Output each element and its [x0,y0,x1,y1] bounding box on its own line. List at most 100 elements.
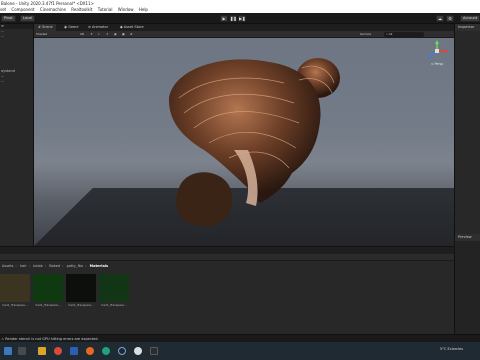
gizmo-label: < Persp [431,62,443,66]
hair-model [168,58,340,227]
steam-icon[interactable] [118,347,126,355]
weather-widget[interactable]: 5°C Eclarcies [440,347,463,351]
camera-toggle[interactable]: ▣ [122,32,125,37]
cloud-icon: ☁ [438,16,442,21]
main-toolbar: Pivot Local ▶ ❚❚ ▶❚ ☁ ⚙ Account [0,13,480,24]
hidden-toggle[interactable]: ◉ [114,32,117,37]
lighting-toggle[interactable]: ☀ [90,32,93,37]
grid-toggle[interactable]: # [130,32,133,37]
menu-item-cinemachine[interactable]: Cinemachine [40,7,66,12]
breadcrumb-item[interactable]: Materials [90,264,108,268]
asset-store-icon: ◆ [120,25,123,29]
game-icon: ◉ [64,25,68,29]
local-label: Local [23,16,33,20]
menu-item-component[interactable]: Component [11,7,34,12]
scene-toolbar: Shaded 2D ☀ ♪ ✦ ◉ ▣ # Gizmos ⌕ All [34,31,454,38]
project-search-bar[interactable] [0,254,454,261]
audio-toggle[interactable]: ♪ [98,32,100,37]
pause-icon: ❚❚ [230,16,237,21]
material-thumbnail [33,274,63,302]
asset-label: hair1_Transpare... [35,303,61,307]
unity-icon[interactable] [134,347,142,355]
collab-icon: ⚙ [448,16,452,21]
orientation-gizmo[interactable]: < Persp [426,40,448,66]
breadcrumb-item[interactable]: Assets [2,264,13,268]
pivot-toggle[interactable]: Pivot [1,15,16,22]
material-thumbnail [99,274,129,302]
menu-item-realtoolkit[interactable]: Realtoolkit [71,7,92,12]
chrome-icon[interactable] [54,347,62,355]
scene-icon: # [38,25,41,29]
asset-tile[interactable]: hair1_Transpare... [99,274,129,307]
breadcrumb-item[interactable]: balok [33,264,43,268]
tab-animator[interactable]: ≡Animator [84,24,111,31]
vscode-icon[interactable] [150,347,158,355]
animator-icon: ≡ [88,25,91,29]
breadcrumb-item[interactable]: Baked [49,264,60,268]
asset-tile[interactable]: hair1_Transpare... [0,274,30,307]
asset-label: hair1_Transpare... [2,303,28,307]
search-placeholder: All [388,32,393,36]
menu-item-tutorial[interactable]: Tutorial [98,7,113,12]
inspector-tab-label: Inspector [458,25,475,29]
light-icon: ☀ [90,32,93,36]
scene-search-input[interactable]: ⌕ All [384,32,424,37]
status-bar: ⚠ Render stencil is not GPU hitting erro… [0,334,480,342]
hierarchy-item[interactable]: ... [0,79,33,84]
preview-tab-label: Preview [458,235,472,239]
account-label: Account [463,16,478,20]
asset-label: hair1_Transpare... [68,303,94,307]
hair-lower-clump [176,172,233,227]
play-button[interactable]: ▶ [220,15,228,22]
hierarchy-menu-icon[interactable]: ≡ [1,24,4,28]
center-tab-bar: #Scene ◉Game ≡Animator ◆Asset Store [34,24,454,31]
breadcrumb-item[interactable]: hair [20,264,27,268]
2d-toggle[interactable]: 2D [80,32,84,37]
scene-viewport[interactable]: < Persp [34,38,454,246]
pause-button[interactable]: ❚❚ [229,15,237,22]
breadcrumb: Assets › hair › balok › Baked › potty_fbx › M… [2,264,109,268]
menu-item-window[interactable]: Window [118,7,134,12]
folder-icon[interactable] [38,347,46,355]
tab-scene-label: Scene [41,25,53,29]
menu-item-help[interactable]: Help [139,7,148,12]
status-message: Render stencil is not GPU hitting errors… [5,337,99,341]
hierarchy-item[interactable]: ... [0,34,33,39]
menu-item-set[interactable]: set [0,7,6,12]
shading-mode-dropdown[interactable]: Shaded [36,32,47,37]
word-icon[interactable] [70,347,78,355]
gizmos-dropdown[interactable]: Gizmos [360,32,371,37]
inspector-tab[interactable]: Inspector [455,24,480,31]
effects-toggle[interactable]: ✦ [106,32,109,37]
preview-tab[interactable]: Preview [455,234,480,241]
firefox-icon[interactable] [86,347,94,355]
pivot-label: Pivot [4,16,13,20]
step-button[interactable]: ▶❚ [238,15,246,22]
eye-icon: ◉ [114,32,117,36]
camera-icon: ▣ [122,32,125,36]
audio-icon: ♪ [98,32,100,36]
account-button[interactable]: Account [460,15,480,22]
tab-game[interactable]: ◉Game [60,24,81,31]
local-toggle[interactable]: Local [20,15,36,22]
asset-tile[interactable]: hair1_Transpare... [33,274,63,307]
window-title-bar: Balone - Unity 2020.3.47f1 Personal* <DX… [0,0,480,7]
step-icon: ▶❚ [239,16,246,21]
play-icon: ▶ [222,16,226,21]
cloud-button[interactable]: ☁ [436,15,444,22]
effects-icon: ✦ [106,32,109,36]
tab-asset-store-label: Asset Store [123,25,144,29]
project-panel: Assets › hair › balok › Baked › potty_fbx › M… [0,246,454,334]
asset-label: hair1_Transpare... [101,303,127,307]
collab-button[interactable]: ⚙ [446,15,454,22]
tab-scene[interactable]: #Scene [34,24,56,31]
weather-text: 5°C Eclarcies [440,347,464,351]
2d-label: 2D [80,32,85,36]
search-icon[interactable] [18,347,26,355]
start-icon[interactable] [4,347,12,355]
edge-icon[interactable] [102,347,110,355]
breadcrumb-item[interactable]: potty_fbx [67,264,83,268]
asset-tile[interactable]: hair1_Transpare... [66,274,96,307]
gizmos-label: Gizmos [360,32,372,36]
tab-asset-store[interactable]: ◆Asset Store [116,24,147,31]
